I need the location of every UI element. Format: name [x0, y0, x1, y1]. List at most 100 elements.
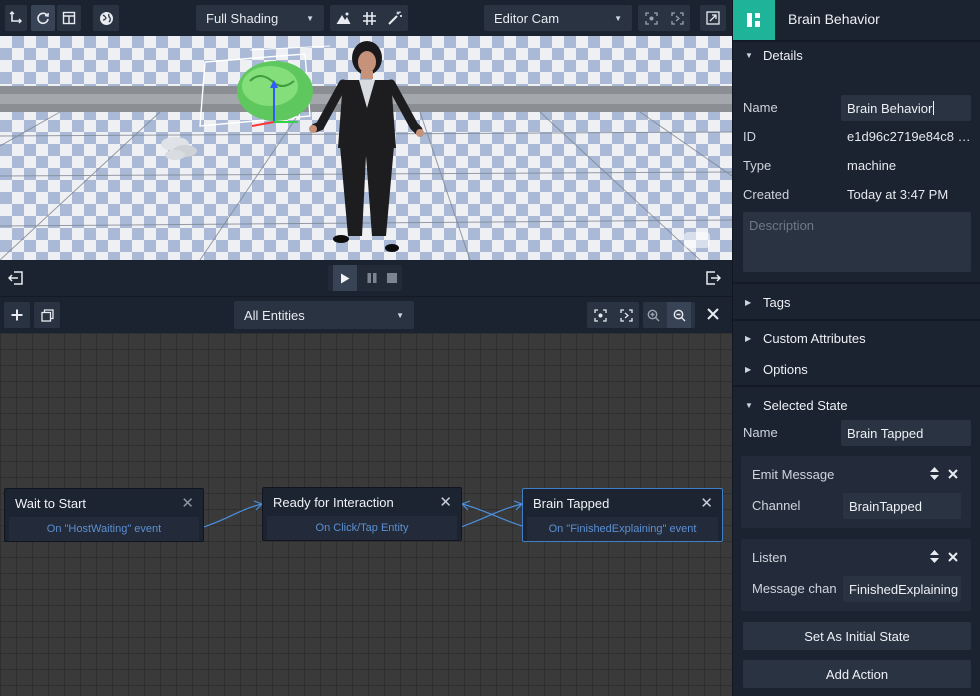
reorder-icon[interactable]	[930, 550, 939, 563]
chevron-down-icon: ▼	[396, 310, 404, 320]
maximize-icon	[706, 11, 720, 25]
name-input[interactable]: Brain Behavior	[841, 95, 971, 121]
panel-divider	[733, 282, 980, 284]
custom-attributes-section-header[interactable]: ▶ Custom Attributes	[733, 327, 980, 349]
layout-button[interactable]	[57, 5, 81, 31]
selected-state-section-header[interactable]: ▼ Selected State	[733, 394, 980, 416]
listen-action: Listen Message chan FinishedExplaining	[741, 539, 971, 611]
exit-left-icon	[7, 271, 23, 285]
refresh-button[interactable]	[31, 5, 55, 31]
chevron-down-icon: ▼	[306, 13, 314, 23]
frame-icon[interactable]	[670, 11, 684, 25]
entity-filter-dropdown[interactable]: All Entities ▼	[234, 301, 414, 329]
scene-canvas[interactable]	[0, 36, 732, 260]
frame-icon[interactable]	[619, 308, 633, 322]
scene-viewport: Full Shading ▼ Editor Cam ▼	[0, 0, 732, 296]
axis-button[interactable]	[5, 5, 27, 31]
listen-channel-input[interactable]: FinishedExplaining	[843, 576, 961, 602]
behavior-logo	[733, 0, 775, 40]
listen-channel-value: FinishedExplaining	[849, 581, 959, 597]
shading-dropdown-value: Full Shading	[206, 10, 279, 26]
set-initial-state-button[interactable]: Set As Initial State	[743, 622, 971, 650]
camera-dropdown[interactable]: Editor Cam ▼	[484, 5, 632, 31]
chevron-right-icon: ▶	[745, 297, 752, 307]
id-value: e1d96c2719e84c8 …	[847, 129, 971, 144]
pause-icon[interactable]	[367, 273, 377, 283]
exit-right-icon	[706, 271, 722, 285]
action-title: Emit Message	[752, 467, 835, 482]
environment-button[interactable]	[93, 5, 119, 31]
add-action-button[interactable]: Add Action	[743, 660, 971, 688]
exit-right-button[interactable]	[705, 270, 722, 289]
exit-left-button[interactable]	[7, 270, 24, 289]
chevron-right-icon: ▶	[745, 333, 752, 343]
close-icon	[707, 308, 719, 320]
chevron-down-icon: ▼	[614, 13, 622, 23]
state-node-wait-to-start[interactable]: Wait to Start ✕ On "HostWaiting" event	[4, 488, 204, 542]
state-node-title: Wait to Start	[15, 495, 87, 511]
zoom-in-icon[interactable]	[647, 309, 660, 322]
maximize-viewport-button[interactable]	[700, 5, 726, 31]
state-name-value: Brain Tapped	[847, 425, 924, 441]
scene-render	[0, 41, 732, 260]
focus-icon[interactable]	[644, 11, 658, 25]
message-channel-label: Message chan	[752, 581, 837, 596]
panel-divider	[733, 40, 980, 42]
add-state-button[interactable]	[4, 302, 30, 328]
playback-bar	[0, 260, 732, 296]
description-placeholder: Description	[749, 218, 815, 233]
grid-icon[interactable]	[363, 11, 376, 25]
close-icon[interactable]: ✕	[439, 493, 452, 511]
zoom-out-icon	[673, 309, 686, 321]
close-icon[interactable]: ✕	[700, 494, 713, 512]
state-graph-toolbar: All Entities ▼	[0, 297, 732, 333]
state-node-title: Brain Tapped	[533, 495, 610, 511]
details-section-header[interactable]: ▼ Details	[733, 44, 980, 66]
shading-dropdown[interactable]: Full Shading ▼	[196, 5, 324, 31]
refresh-icon	[37, 12, 49, 25]
stop-icon[interactable]	[387, 273, 397, 283]
tags-section-header[interactable]: ▶ Tags	[733, 291, 980, 313]
state-transition-event[interactable]: On Click/Tap Entity	[267, 516, 457, 540]
emit-message-action: Emit Message Channel BrainTapped	[741, 456, 971, 528]
state-transition-event[interactable]: On "HostWaiting" event	[9, 517, 199, 541]
state-node-ready-for-interaction[interactable]: Ready for Interaction ✕ On Click/Tap Ent…	[262, 487, 462, 541]
layout-icon	[62, 11, 76, 25]
panel-title: Brain Behavior	[788, 11, 880, 27]
details-header-label: Details	[763, 47, 803, 63]
panel-divider	[733, 385, 980, 387]
close-icon[interactable]	[948, 469, 958, 479]
state-name-input[interactable]: Brain Tapped	[841, 420, 971, 446]
description-textarea[interactable]: Description	[743, 212, 971, 272]
reorder-icon[interactable]	[930, 467, 939, 480]
panel-divider	[733, 319, 980, 321]
created-value: Today at 3:47 PM	[847, 187, 949, 202]
close-icon[interactable]: ✕	[181, 494, 194, 512]
emit-channel-value: BrainTapped	[849, 498, 922, 514]
magic-wand-icon[interactable]	[388, 11, 402, 25]
zoom-out-button[interactable]	[667, 302, 692, 328]
state-node-brain-tapped[interactable]: Brain Tapped ✕ On "FinishedExplaining" e…	[522, 488, 723, 542]
custom-attributes-header-label: Custom Attributes	[763, 330, 866, 346]
duplicate-state-button[interactable]	[34, 302, 60, 328]
created-label: Created	[743, 187, 790, 202]
state-graph-canvas[interactable]: Wait to Start ✕ On "HostWaiting" event R…	[0, 333, 732, 696]
focus-icon[interactable]	[593, 308, 607, 322]
close-graph-button[interactable]	[707, 308, 719, 323]
options-header-label: Options	[763, 361, 808, 377]
play-button[interactable]	[333, 265, 357, 291]
inspector-panel: Brain Behavior ▼ Details Name Brain Beha…	[732, 0, 980, 696]
channel-label: Channel	[752, 498, 801, 513]
close-icon[interactable]	[948, 552, 958, 562]
state-transition-event[interactable]: On "FinishedExplaining" event	[527, 517, 718, 541]
text-cursor	[933, 101, 935, 115]
type-label: Type	[743, 158, 772, 173]
terrain-icon[interactable]	[336, 12, 351, 25]
playback-controls	[328, 265, 402, 291]
options-section-header[interactable]: ▶ Options	[733, 358, 980, 380]
tags-header-label: Tags	[763, 294, 791, 310]
selected-state-header-label: Selected State	[763, 397, 848, 413]
state-node-title: Ready for Interaction	[273, 494, 394, 510]
camera-focus-group	[638, 5, 690, 31]
emit-channel-input[interactable]: BrainTapped	[843, 493, 961, 519]
